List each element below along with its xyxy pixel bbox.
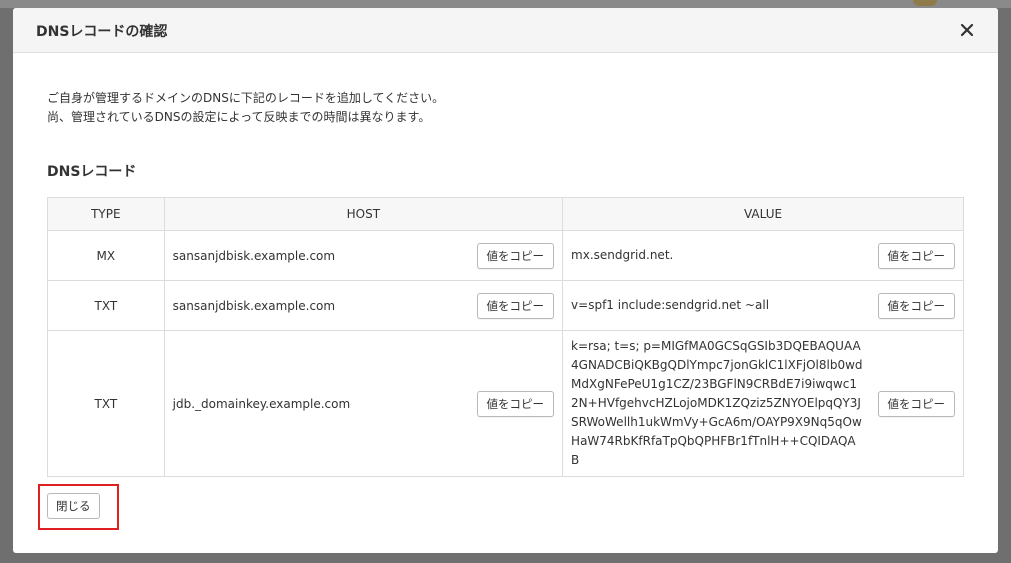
instructions: ご自身が管理するドメインのDNSに下記のレコードを追加してください。 尚、管理さ… [47, 89, 444, 127]
value-cell: v=spf1 include:sendgrid.net ~all 値をコピー [562, 280, 964, 331]
host-cell: sansanjdbisk.example.com 値をコピー [163, 230, 564, 281]
column-header-host: HOST [163, 197, 564, 231]
section-title: DNSレコード [47, 164, 137, 180]
value-cell: k=rsa; t=s; p=MIGfMA0GCSqGSIb3DQEBAQUAA4… [562, 330, 964, 477]
host-cell: jdb._domainkey.example.com 値をコピー [163, 330, 564, 477]
record-type: TXT [47, 330, 165, 477]
copy-value-button[interactable]: 値をコピー [877, 390, 955, 417]
record-value: k=rsa; t=s; p=MIGfMA0GCSqGSIb3DQEBAQUAA4… [571, 339, 863, 467]
column-header-value: VALUE [562, 197, 964, 231]
background-nav [0, 0, 1011, 8]
close-button[interactable]: 閉じる [47, 493, 100, 519]
record-type: TXT [47, 280, 165, 331]
copy-host-button[interactable]: 値をコピー [476, 390, 555, 417]
value-cell: mx.sendgrid.net. 値をコピー [562, 230, 964, 281]
record-value: v=spf1 include:sendgrid.net ~all [571, 298, 770, 312]
table-header-row: TYPE HOST VALUE [47, 197, 964, 231]
copy-value-button[interactable]: 値をコピー [877, 292, 955, 319]
record-host: jdb._domainkey.example.com [172, 396, 351, 411]
dns-record-dialog: DNSレコードの確認 ご自身が管理するドメインのDNSに下記のレコードを追加して… [13, 8, 998, 553]
record-host: sansanjdbisk.example.com [172, 298, 336, 313]
copy-host-button[interactable]: 値をコピー [476, 242, 555, 269]
column-header-type: TYPE [47, 197, 165, 231]
table-row: TXT sansanjdbisk.example.com 値をコピー v=spf… [47, 280, 964, 331]
host-cell: sansanjdbisk.example.com 値をコピー [163, 280, 564, 331]
dialog-header: DNSレコードの確認 [13, 8, 998, 53]
table-row: TXT jdb._domainkey.example.com 値をコピー k=r… [47, 330, 964, 477]
instruction-line-2: 尚、管理されているDNSの設定によって反映までの時間は異なります。 [47, 110, 431, 124]
instruction-line-1: ご自身が管理するドメインのDNSに下記のレコードを追加してください。 [47, 91, 445, 105]
dialog-title: DNSレコードの確認 [36, 24, 168, 40]
close-dialog-button[interactable] [954, 17, 980, 43]
record-type: MX [47, 230, 165, 281]
copy-value-button[interactable]: 値をコピー [877, 242, 955, 269]
table-row: MX sansanjdbisk.example.com 値をコピー mx.sen… [47, 230, 964, 281]
close-icon [960, 23, 974, 37]
dns-records-table: TYPE HOST VALUE MX sansanjdbisk.example.… [47, 197, 964, 477]
record-value: mx.sendgrid.net. [571, 248, 674, 262]
record-host: sansanjdbisk.example.com [172, 248, 336, 263]
background-avatar [913, 0, 937, 6]
copy-host-button[interactable]: 値をコピー [476, 292, 555, 319]
